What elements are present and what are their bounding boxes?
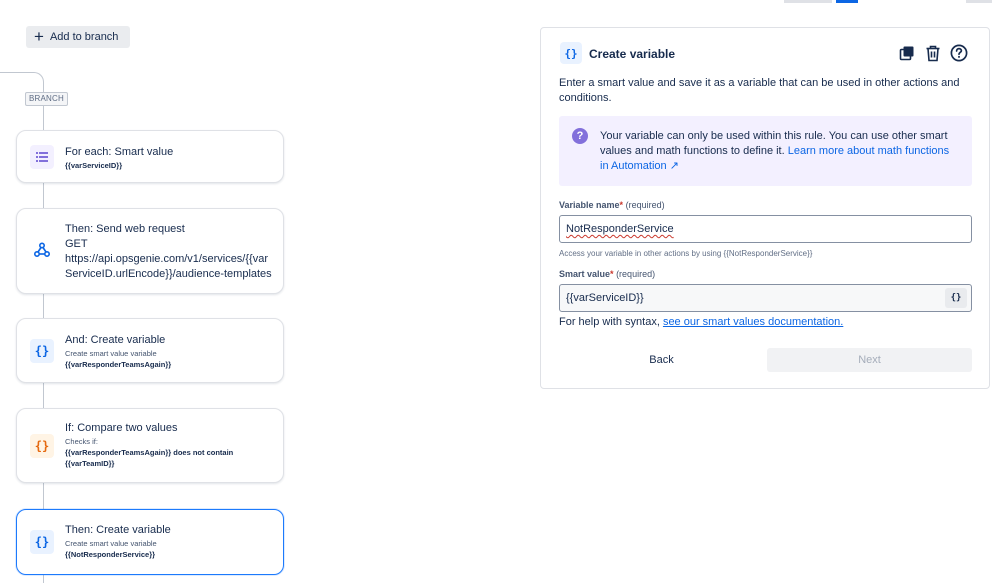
add-to-branch-button[interactable]: + Add to branch <box>26 26 130 48</box>
variable-name-label: Variable name* (required) <box>559 200 665 210</box>
step-subtitle: Create smart value variable <box>65 349 157 358</box>
variable-name-hint: Access your variable in other actions by… <box>559 249 813 258</box>
insert-smart-value-button[interactable]: {} <box>945 288 967 308</box>
create-variable-panel: {} Create variable Enter a smart value a… <box>540 27 990 389</box>
panel-title: Create variable <box>589 47 676 61</box>
step-method: GET <box>65 238 88 250</box>
step-value-line-1: {{varResponderTeamsAgain}} does not cont… <box>65 448 234 457</box>
top-toolbar-remnant <box>966 0 992 3</box>
smart-value-input[interactable]: {{varServiceID}} {} <box>559 284 972 312</box>
braces-icon: {} <box>560 42 582 64</box>
add-to-branch-label: Add to branch <box>49 31 119 43</box>
info-box: ? Your variable can only be used within … <box>559 116 972 186</box>
step-value-line-2: {{varTeamID}} <box>65 459 115 468</box>
syntax-help: For help with syntax, see our smart valu… <box>559 316 844 328</box>
next-button[interactable]: Next <box>767 348 972 372</box>
step-url-line-1: https://api.opsgenie.com/v1/services/{{v… <box>65 253 268 265</box>
smart-values-docs-link[interactable]: see our smart values documentation. <box>663 316 843 328</box>
braces-icon: {} <box>30 434 54 458</box>
step-create-variable-selected[interactable]: {} Then: Create variable Create smart va… <box>16 509 284 575</box>
panel-actions <box>897 43 969 63</box>
variable-name-input[interactable]: NotResponderService <box>559 215 972 243</box>
step-subtitle: Create smart value variable <box>65 539 157 548</box>
braces-icon: {} <box>30 339 54 363</box>
step-title: And: Create variable <box>65 334 166 346</box>
back-button[interactable]: Back <box>559 348 764 372</box>
flow-connector <box>43 183 44 208</box>
step-title: For each: Smart value <box>65 146 174 158</box>
help-button[interactable] <box>949 43 969 63</box>
info-text: Your variable can only be used within th… <box>600 129 960 174</box>
step-title: Then: Create variable <box>65 524 171 536</box>
step-create-variable[interactable]: {} And: Create variable Create smart val… <box>16 318 284 383</box>
step-compare-values[interactable]: {} If: Compare two values Checks if: {{v… <box>16 408 284 483</box>
flow-connector <box>43 294 44 318</box>
top-toolbar-remnant <box>784 0 832 3</box>
step-title: If: Compare two values <box>65 422 178 434</box>
smart-value-label: Smart value* (required) <box>559 269 656 279</box>
panel-description: Enter a smart value and save it as a var… <box>559 77 960 104</box>
step-subtitle: Checks if: <box>65 437 98 446</box>
variable-name-value: NotResponderService <box>566 223 674 235</box>
help-icon <box>950 44 968 62</box>
step-value: {{NotResponderService}} <box>65 550 156 559</box>
plus-icon: + <box>34 27 44 46</box>
duplicate-button[interactable] <box>897 43 917 63</box>
branch-tag: BRANCH <box>25 92 68 106</box>
step-value: {{varServiceID}} <box>65 161 123 170</box>
question-icon: ? <box>572 128 588 144</box>
flow-connector <box>43 102 44 130</box>
braces-icon: {} <box>30 530 54 554</box>
step-send-web-request[interactable]: Then: Send web request GET https://api.o… <box>16 208 284 294</box>
smart-value-text: {{varServiceID}} <box>566 292 644 304</box>
flow-connector <box>43 483 44 509</box>
top-toolbar-active-remnant <box>836 0 858 3</box>
flow-connector <box>43 383 44 408</box>
trash-icon <box>926 45 940 61</box>
duplicate-icon <box>899 46 914 61</box>
delete-button[interactable] <box>923 43 943 63</box>
flow-connector <box>43 575 44 583</box>
step-for-each[interactable]: For each: Smart value {{varServiceID}} <box>16 130 284 183</box>
webhook-icon <box>30 238 54 262</box>
list-icon <box>30 145 54 169</box>
step-url-line-2: ServiceID.urlEncode}}/audience-templates <box>65 268 272 280</box>
step-title: Then: Send web request <box>65 223 185 235</box>
step-value: {{varResponderTeamsAgain}} <box>65 360 172 369</box>
